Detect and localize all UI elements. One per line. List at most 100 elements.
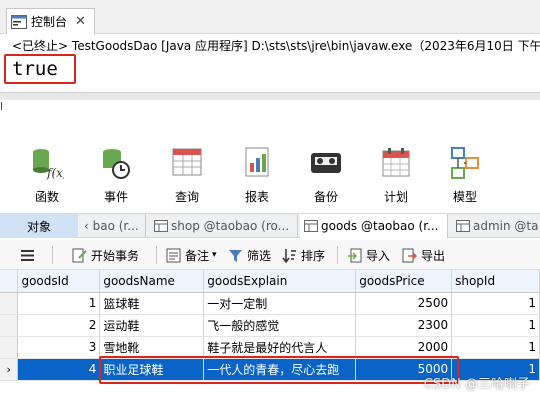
main-toolbar: f(x) 函数 事件 查询 报表 [0, 146, 540, 210]
transaction-icon [72, 248, 87, 262]
backup-button[interactable]: 备份 [296, 146, 356, 210]
column-header-goodsprice[interactable]: goodsPrice [355, 270, 453, 293]
query-label: 查询 [174, 190, 199, 204]
tab-admin[interactable]: admin @ta [452, 214, 540, 238]
cell-goodsid[interactable]: 1 [17, 292, 101, 315]
cell-goodsname[interactable]: 运动鞋 [99, 314, 205, 337]
hamburger-icon [21, 249, 34, 261]
memo-button[interactable]: 备注 ▾ [166, 246, 217, 264]
tab-shop[interactable]: shop @taobao (ro... [150, 214, 298, 238]
console-icon [11, 14, 27, 29]
report-label: 报表 [244, 190, 269, 204]
filter-button[interactable]: 筛选 [228, 246, 271, 264]
row-header[interactable] [0, 292, 19, 315]
memo-icon [166, 248, 181, 262]
cell-goodsprice[interactable]: 2000 [355, 336, 453, 359]
filter-icon [229, 249, 242, 262]
sort-label: 排序 [301, 248, 326, 263]
menu-button[interactable] [20, 246, 39, 264]
cell-goodsname[interactable]: 职业足球鞋 [99, 358, 205, 381]
table-row[interactable]: 1 篮球鞋 一对一定制 2500 1 [0, 292, 540, 315]
header-row: goodsId goodsName goodsExplain goodsPric… [0, 270, 540, 293]
cell-shopid[interactable]: 1 [451, 336, 540, 359]
console-tab[interactable]: 控制台 ✕ [6, 8, 95, 34]
table-row[interactable]: 2 运动鞋 飞一般的感觉 2300 1 [0, 314, 540, 337]
tab-goods[interactable]: goods @taobao (r... [300, 214, 448, 238]
column-header-goodsname[interactable]: goodsName [99, 270, 205, 293]
cell-goodsname[interactable]: 雪地靴 [99, 336, 205, 359]
backup-label: 备份 [313, 190, 338, 204]
sort-button[interactable]: 排序 [282, 246, 325, 264]
console-output: true [4, 54, 76, 84]
cell-shopid[interactable]: 1 [451, 292, 540, 315]
tab-label: admin @ta [473, 219, 539, 233]
schedule-label: 计划 [383, 190, 408, 204]
close-icon[interactable]: ✕ [75, 14, 86, 29]
tab-bao[interactable]: ‹ bao (r... [80, 214, 146, 238]
row-header[interactable] [0, 314, 19, 337]
export-button[interactable]: 导出 [402, 246, 445, 264]
begin-transaction-label: 开始事务 [91, 248, 140, 263]
model-button[interactable]: 模型 [435, 146, 495, 210]
tab-label: goods @taobao (r... [321, 219, 439, 233]
function-button[interactable]: f(x) 函数 [17, 146, 77, 210]
column-header-shopid[interactable]: shopId [451, 270, 540, 293]
table-icon [456, 220, 470, 232]
side-mark: l [0, 100, 4, 113]
export-label: 导出 [421, 248, 446, 263]
column-header-goodsexplain[interactable]: goodsExplain [203, 270, 357, 293]
row-header[interactable] [0, 336, 19, 359]
row-header-corner [0, 270, 19, 293]
event-icon [103, 149, 130, 179]
console-tab-label: 控制台 [31, 15, 68, 29]
divider [337, 246, 338, 264]
cell-goodsprice[interactable]: 2300 [355, 314, 453, 337]
query-icon [172, 148, 202, 176]
cell-goodsexplain[interactable]: 鞋子就是最好的代言人 [203, 336, 357, 359]
action-bar: 开始事务 备注 ▾ 筛选 排序 导入 导出 [0, 240, 540, 270]
backup-icon [311, 153, 341, 173]
memo-label: 备注 [185, 248, 210, 263]
divider [52, 246, 53, 264]
function-icon: f(x) [33, 149, 64, 180]
import-icon [348, 248, 362, 262]
cell-goodsprice[interactable]: 2500 [355, 292, 453, 315]
cell-goodsexplain[interactable]: 一代人的青春，尽心去跑 [203, 358, 357, 381]
cell-goodsname[interactable]: 篮球鞋 [99, 292, 205, 315]
current-row-marker[interactable]: › [0, 358, 19, 381]
tab-objects[interactable]: 对象 [0, 214, 78, 238]
console-tabbar: 控制台 ✕ [0, 0, 540, 34]
schedule-button[interactable]: 计划 [366, 146, 426, 210]
cell-goodsexplain[interactable]: 飞一般的感觉 [203, 314, 357, 337]
function-label: 函数 [34, 190, 59, 204]
model-icon [451, 147, 479, 179]
console-status: <已终止> TestGoodsDao [Java 应用程序] D:\sts\st… [12, 39, 540, 53]
tab-bar: 对象 ‹ bao (r... shop @taobao (ro... goods… [0, 213, 540, 238]
event-button[interactable]: 事件 [86, 146, 146, 210]
table-icon [304, 220, 318, 232]
begin-transaction-button[interactable]: 开始事务 [72, 246, 139, 264]
model-label: 模型 [452, 190, 477, 204]
chevron-down-icon: ▾ [212, 250, 217, 260]
table-row[interactable]: 3 雪地靴 鞋子就是最好的代言人 2000 1 [0, 336, 540, 359]
cell-goodsid[interactable]: 4 [17, 358, 101, 381]
column-header-goodsid[interactable]: goodsId [17, 270, 101, 293]
cell-goodsid[interactable]: 3 [17, 336, 101, 359]
schedule-icon [382, 148, 410, 177]
table-icon [154, 220, 168, 232]
panel-divider[interactable] [0, 92, 540, 100]
cell-shopid[interactable]: 1 [451, 314, 540, 337]
filter-label: 筛选 [247, 248, 272, 263]
divider [156, 246, 157, 264]
export-icon [402, 248, 417, 262]
import-button[interactable]: 导入 [347, 246, 390, 264]
event-label: 事件 [103, 190, 128, 204]
svg-text:f(x): f(x) [46, 166, 64, 180]
sort-icon [282, 248, 296, 263]
report-button[interactable]: 报表 [227, 146, 287, 210]
cell-goodsexplain[interactable]: 一对一定制 [203, 292, 357, 315]
tab-label: shop @taobao (ro... [171, 219, 290, 233]
tab-label: ‹ bao (r... [84, 219, 139, 233]
cell-goodsid[interactable]: 2 [17, 314, 101, 337]
query-button[interactable]: 查询 [157, 146, 217, 210]
